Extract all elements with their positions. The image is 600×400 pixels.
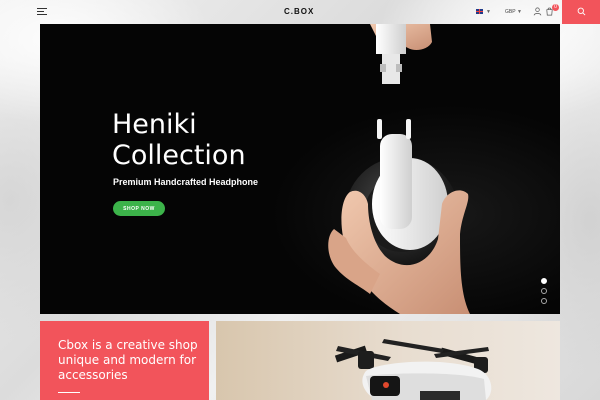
slider-dot-3[interactable] [541,298,547,304]
user-icon[interactable] [533,7,542,16]
headphone-product-image [328,24,470,314]
search-icon [577,7,586,16]
menu-icon[interactable] [37,8,47,15]
site-logo[interactable]: C.BOX [284,7,314,16]
search-button[interactable] [562,0,600,24]
flag-icon[interactable] [476,9,483,14]
drone-product-image [334,339,492,400]
hero-title: Heniki Collection [112,109,312,171]
shop-now-button[interactable]: SHOP NOW [113,201,165,216]
promo-text: Cbox is a creative shop unique and moder… [58,338,198,382]
site-header: C.BOX ▼ GBP ▼ 0 [0,0,600,24]
slider-dot-1[interactable] [541,278,547,284]
currency-selector[interactable]: GBP [505,9,516,15]
chevron-down-icon: ▼ [517,9,522,15]
hero-subtitle: Premium Handcrafted Headphone [113,177,259,187]
promo-banner: Cbox is a creative shop unique and moder… [40,321,209,400]
hero-title-line-1: Heniki [112,109,197,140]
cart-count-badge: 0 [552,4,559,11]
hero-slider: Heniki Collection Premium Handcrafted He… [40,24,560,314]
slider-pagination [541,278,547,308]
promo-divider [58,392,80,393]
chevron-down-icon: ▼ [486,9,491,15]
hero-title-line-2: Collection [112,140,246,171]
drone-product-banner[interactable] [216,321,560,400]
slider-dot-2[interactable] [541,288,547,294]
